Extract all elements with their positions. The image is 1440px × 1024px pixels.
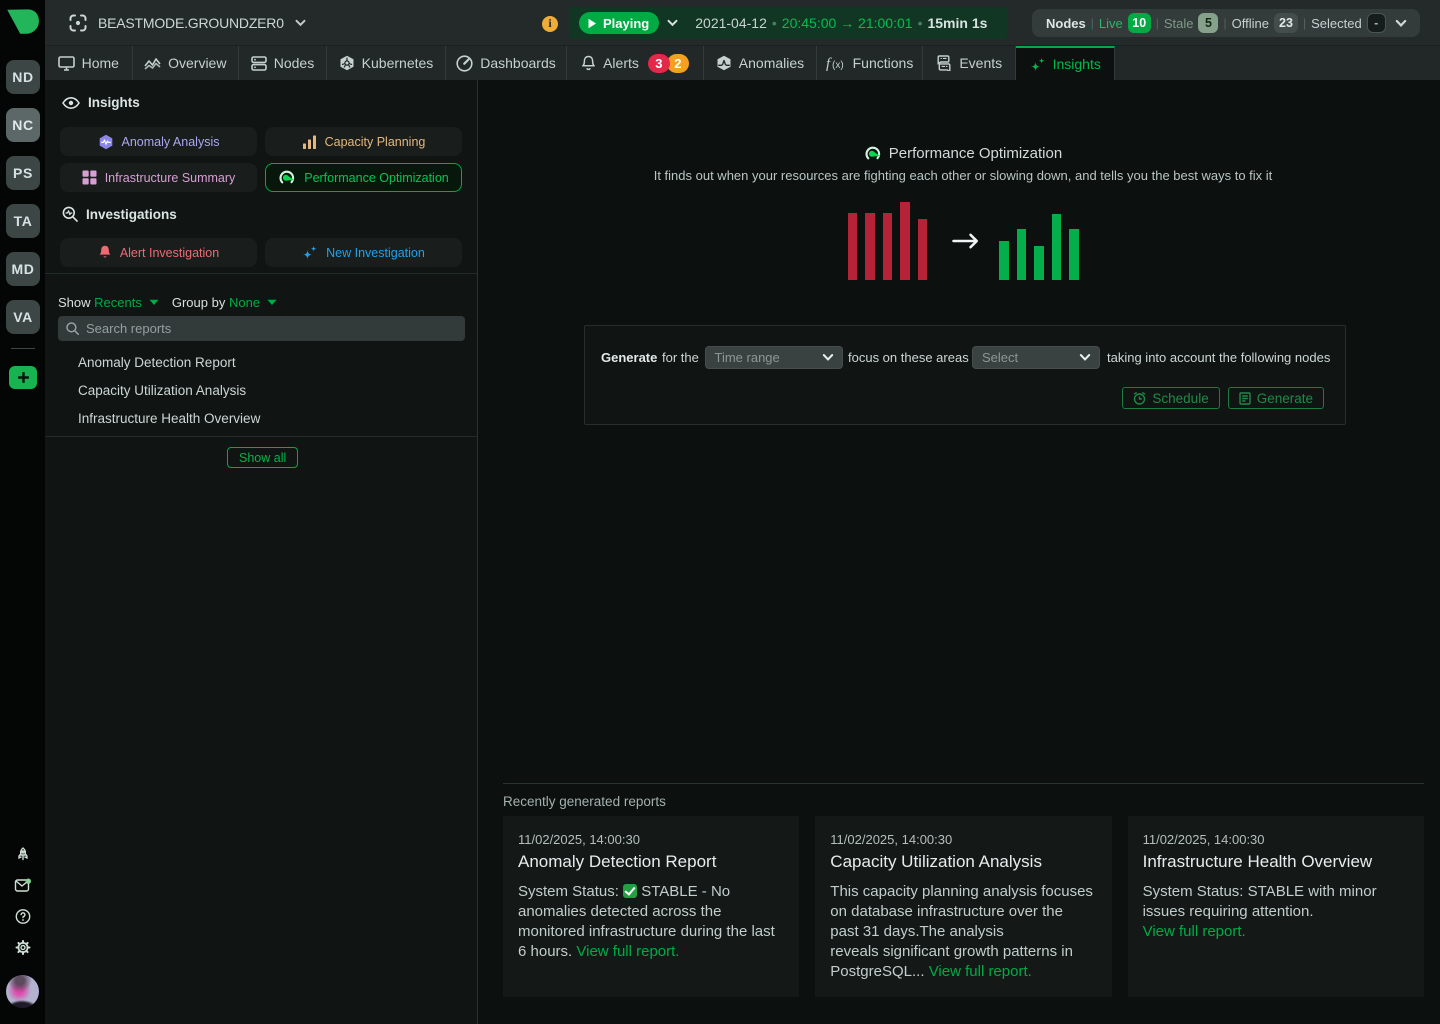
svg-text:(x): (x) bbox=[832, 60, 844, 71]
